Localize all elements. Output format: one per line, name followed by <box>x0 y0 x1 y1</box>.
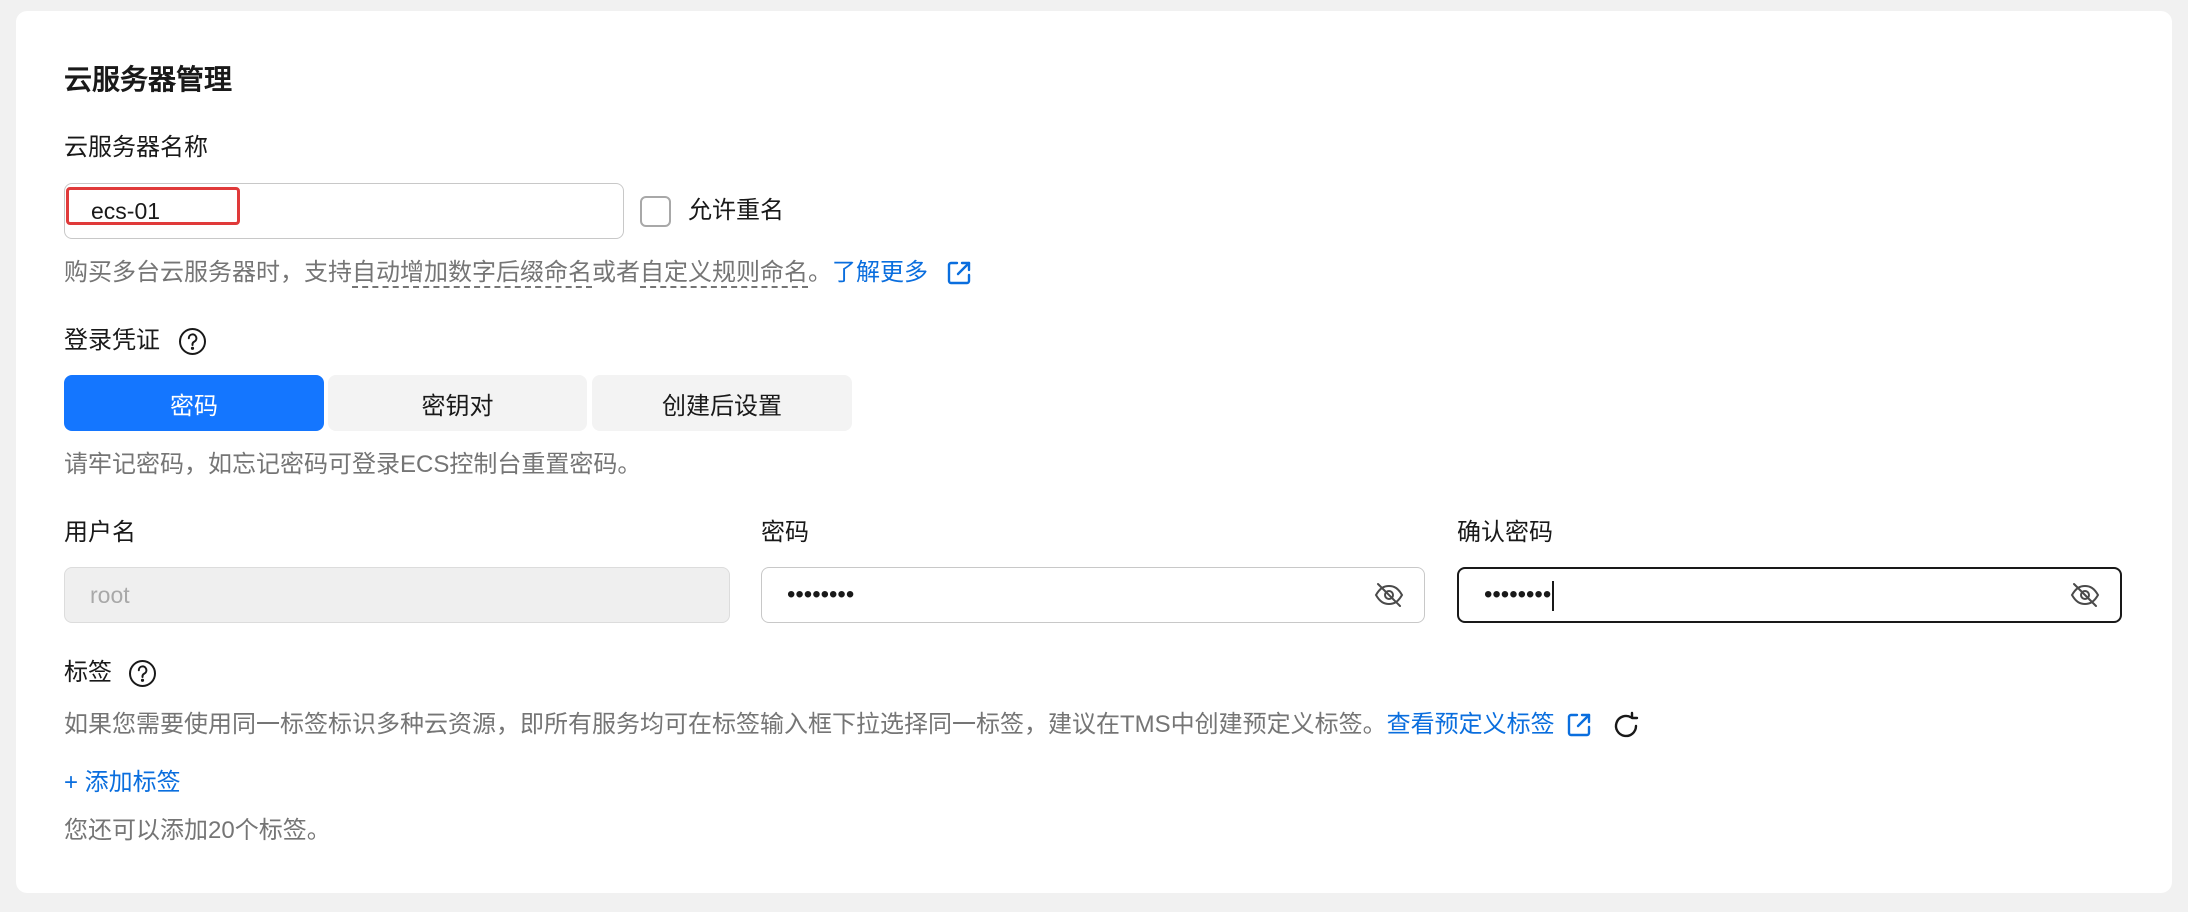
password-input[interactable]: •••••••• <box>761 567 1425 623</box>
hint-term-custom-rule[interactable]: 自定义规则命名 <box>640 259 808 288</box>
hint-prefix: 购买多台云服务器时，支持 <box>64 259 352 286</box>
tags-hint: 如果您需要使用同一标签标识多种云资源，即所有服务均可在标签输入框下拉选择同一标签… <box>64 708 1555 742</box>
help-icon[interactable] <box>128 659 157 688</box>
password-label: 密码 <box>761 519 809 546</box>
confirm-password-label: 确认密码 <box>1457 519 1553 546</box>
external-link-icon[interactable] <box>945 259 973 287</box>
tab-set-after-creation[interactable]: 创建后设置 <box>592 375 852 431</box>
allow-duplicate-checkbox[interactable] <box>640 196 671 227</box>
password-hint: 请牢记密码，如忘记密码可登录ECS控制台重置密码。 <box>64 451 642 478</box>
remaining-tags-hint: 您还可以添加20个标签。 <box>64 817 331 844</box>
learn-more-link[interactable]: 了解更多 <box>832 259 928 286</box>
add-tag-button[interactable]: + 添加标签 <box>64 766 181 800</box>
tags-hint-text: 如果您需要使用同一标签标识多种云资源，即所有服务均可在标签输入框下拉选择同一标签… <box>64 711 1387 738</box>
username-input[interactable]: root <box>64 567 730 623</box>
hint-suffix: 。 <box>808 259 832 286</box>
tab-key-pair[interactable]: 密钥对 <box>328 375 587 431</box>
login-credential-label: 登录凭证 <box>64 327 160 354</box>
tab-password[interactable]: 密码 <box>64 375 324 431</box>
hint-mid: 或者 <box>592 259 640 286</box>
hint-term-auto-suffix[interactable]: 自动增加数字后缀命名 <box>352 259 592 288</box>
view-predefined-tags-link[interactable]: 查看预定义标签 <box>1387 711 1555 738</box>
section-title: 云服务器管理 <box>64 64 233 95</box>
username-label: 用户名 <box>64 519 136 546</box>
confirm-password-input[interactable]: •••••••• <box>1457 567 2122 623</box>
tags-label: 标签 <box>64 659 112 686</box>
eye-off-icon[interactable] <box>2070 582 2100 608</box>
help-icon[interactable] <box>178 327 207 356</box>
username-value: root <box>90 582 130 608</box>
refresh-icon[interactable] <box>1611 711 1641 741</box>
server-name-hint: 购买多台云服务器时，支持自动增加数字后缀命名或者自定义规则命名。了解更多 <box>64 256 928 290</box>
confirm-password-value: •••••••• <box>1484 581 1552 609</box>
allow-duplicate-label[interactable]: 允许重名 <box>688 194 784 228</box>
server-name-label: 云服务器名称 <box>64 134 208 161</box>
password-value: •••••••• <box>787 581 855 608</box>
external-link-icon[interactable] <box>1565 711 1593 739</box>
highlight-box <box>66 187 240 225</box>
eye-off-icon[interactable] <box>1374 582 1404 608</box>
text-caret <box>1552 580 1555 611</box>
